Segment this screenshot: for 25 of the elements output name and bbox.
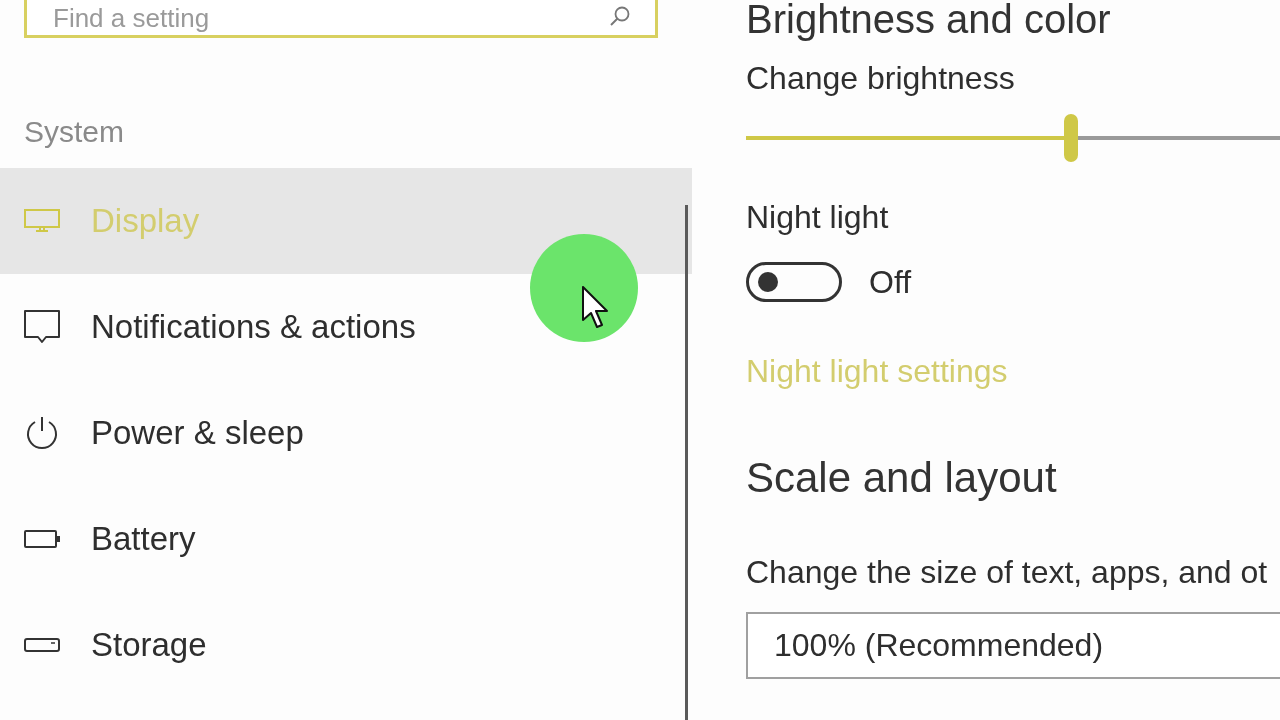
power-icon [24, 416, 60, 450]
scale-dropdown[interactable]: 100% (Recommended) [746, 612, 1280, 679]
monitor-icon [24, 209, 60, 233]
sidebar-item[interactable]: Notifications & actions [0, 274, 692, 380]
slider-thumb[interactable] [1063, 114, 1078, 162]
toggle-switch[interactable] [746, 262, 842, 302]
night-light-label: Night light [746, 199, 889, 235]
storage-drive-icon [24, 638, 60, 652]
section-heading: Brightness and color [746, 0, 1111, 40]
section-title: System [24, 114, 125, 150]
sidebar-item[interactable]: Storage [0, 592, 692, 698]
toggle-state-text: Off [869, 264, 912, 300]
mouse-pointer-icon [582, 286, 610, 330]
brightness-label: Change brightness [746, 60, 1015, 96]
scrollbar[interactable] [685, 205, 688, 720]
sidebar-item[interactable]: Battery [0, 486, 692, 592]
search-field[interactable]: Find a setting [24, 0, 658, 38]
sidebar-item[interactable]: Power & sleep [0, 380, 692, 486]
brightness-slider-track[interactable] [746, 136, 1280, 140]
click-highlight-icon [530, 234, 638, 342]
section-heading: Scale and layout [746, 454, 1057, 502]
battery-icon [24, 530, 60, 548]
search-icon [610, 6, 630, 26]
scale-description: Change the size of text, apps, and ot [746, 554, 1268, 590]
speech-bubble-icon [24, 310, 60, 344]
